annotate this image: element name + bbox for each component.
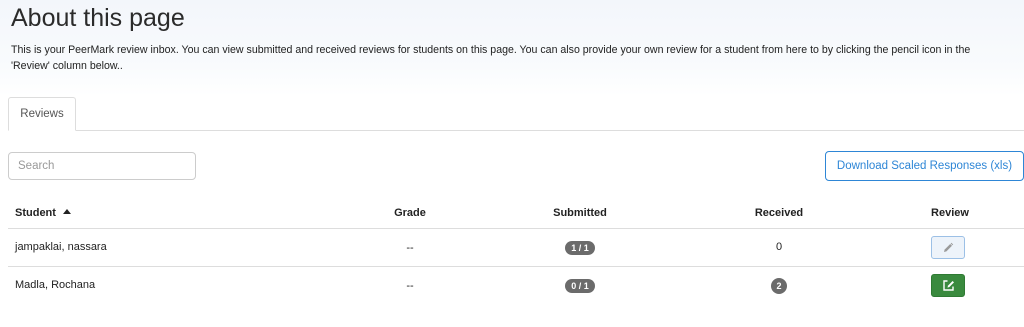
student-name: Madla, Rochana bbox=[15, 279, 96, 291]
column-header-received: Received bbox=[754, 207, 804, 219]
tab-reviews[interactable]: Reviews bbox=[8, 97, 76, 131]
grade-value: -- bbox=[406, 280, 414, 292]
tabs-divider bbox=[8, 130, 1024, 131]
header-divider bbox=[8, 228, 1024, 229]
submitted-badge: 0 / 1 bbox=[565, 279, 595, 293]
column-header-grade: Grade bbox=[394, 207, 426, 219]
pencil-icon bbox=[944, 242, 954, 252]
column-header-submitted: Submitted bbox=[553, 207, 607, 219]
received-value: 0 bbox=[775, 241, 783, 253]
search-input[interactable] bbox=[8, 152, 196, 180]
column-header-review: Review bbox=[931, 207, 969, 219]
review-button[interactable] bbox=[931, 236, 965, 259]
sort-ascending-icon bbox=[62, 209, 71, 214]
column-header-student-label: Student bbox=[15, 207, 56, 219]
received-count-badge: 2 bbox=[771, 278, 787, 294]
row-divider bbox=[8, 266, 1024, 267]
grade-value: -- bbox=[406, 242, 414, 254]
intro-text: This is your PeerMark review inbox. You … bbox=[11, 44, 971, 72]
download-scaled-responses-button[interactable]: Download Scaled Responses (xls) bbox=[825, 151, 1024, 181]
review-button[interactable] bbox=[931, 274, 965, 297]
submitted-badge: 1 / 1 bbox=[565, 241, 595, 255]
page-title: About this page bbox=[11, 4, 185, 32]
column-header-student[interactable]: Student bbox=[15, 207, 71, 219]
edit-square-icon bbox=[942, 280, 954, 291]
student-name: jampaklai, nassara bbox=[15, 241, 107, 253]
